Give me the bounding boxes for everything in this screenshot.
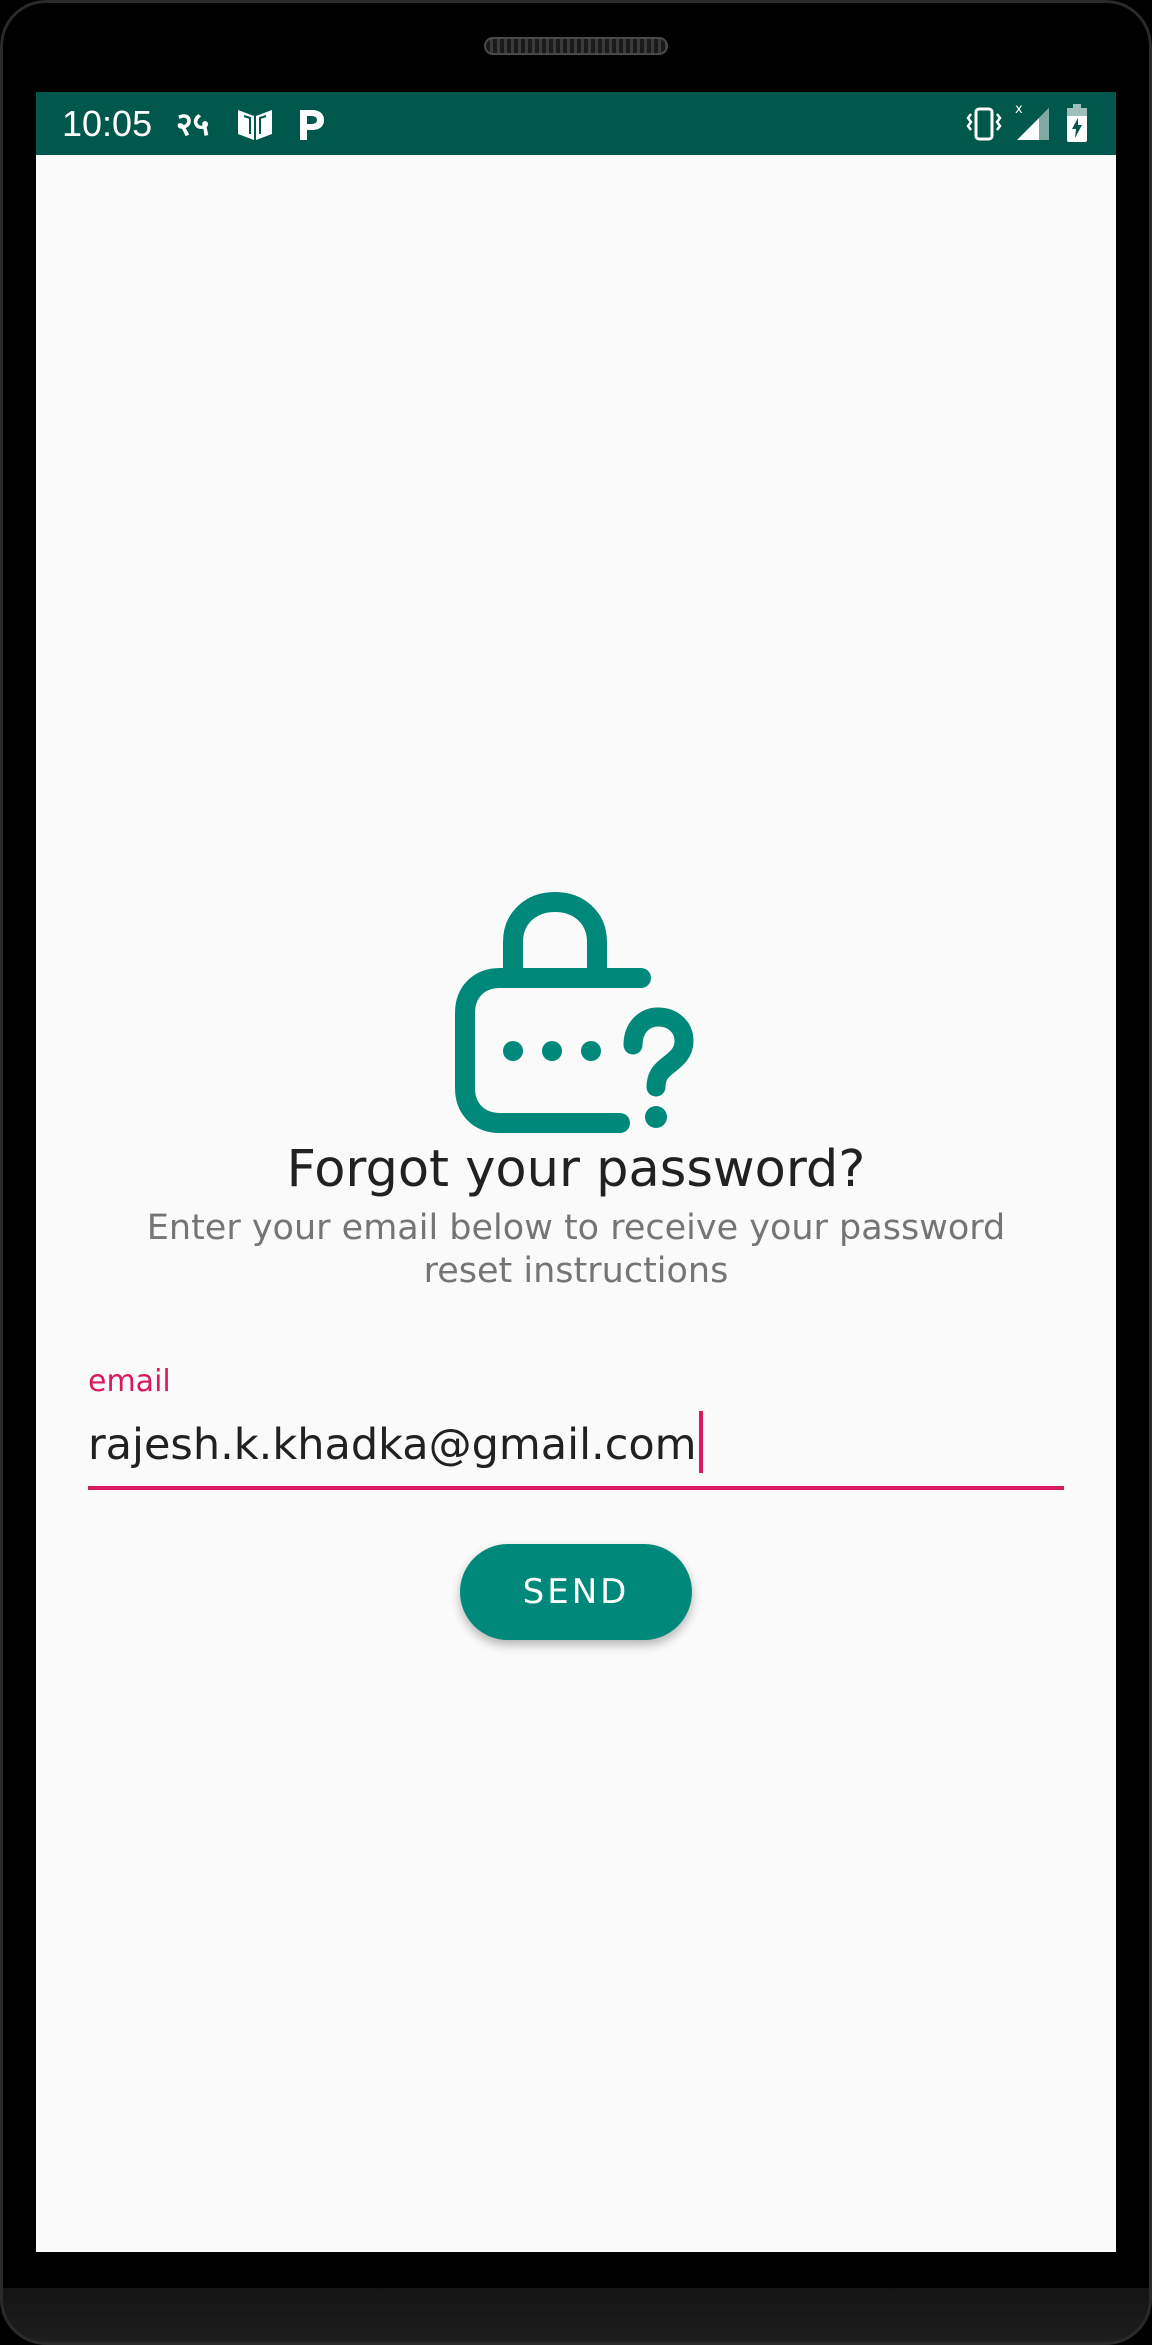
- lock-question-icon: [455, 875, 701, 1133]
- speaker-grille: [484, 37, 668, 55]
- vibrate-icon: [964, 106, 1004, 147]
- status-time: 10:05: [62, 103, 153, 144]
- email-field[interactable]: email: [88, 1364, 1064, 1490]
- signal-icon: x: [1011, 100, 1053, 147]
- screen: 10:05 २५ x Forgot your password? Enter y…: [36, 92, 1116, 2252]
- p-app-icon: [296, 106, 326, 147]
- status-bar: 10:05 २५ x: [36, 92, 1116, 155]
- email-field-underline: [88, 1486, 1064, 1490]
- page-subtitle: Enter your email below to receive your p…: [146, 1208, 1006, 1291]
- bottom-bezel: [0, 2288, 1152, 2345]
- svg-text:x: x: [1015, 102, 1023, 117]
- book-icon: [236, 106, 274, 147]
- status-notification-text: २५: [176, 105, 210, 143]
- battery-charging-icon: [1066, 104, 1088, 149]
- send-button[interactable]: SEND: [460, 1544, 692, 1640]
- email-field-label: email: [88, 1364, 171, 1399]
- email-input[interactable]: [88, 1416, 1064, 1474]
- phone-frame: 10:05 २५ x Forgot your password? Enter y…: [0, 0, 1152, 2345]
- text-cursor: [699, 1411, 703, 1473]
- page-title: Forgot your password?: [286, 1140, 866, 1199]
- forgot-password-content: Forgot your password? Enter your email b…: [36, 155, 1116, 2252]
